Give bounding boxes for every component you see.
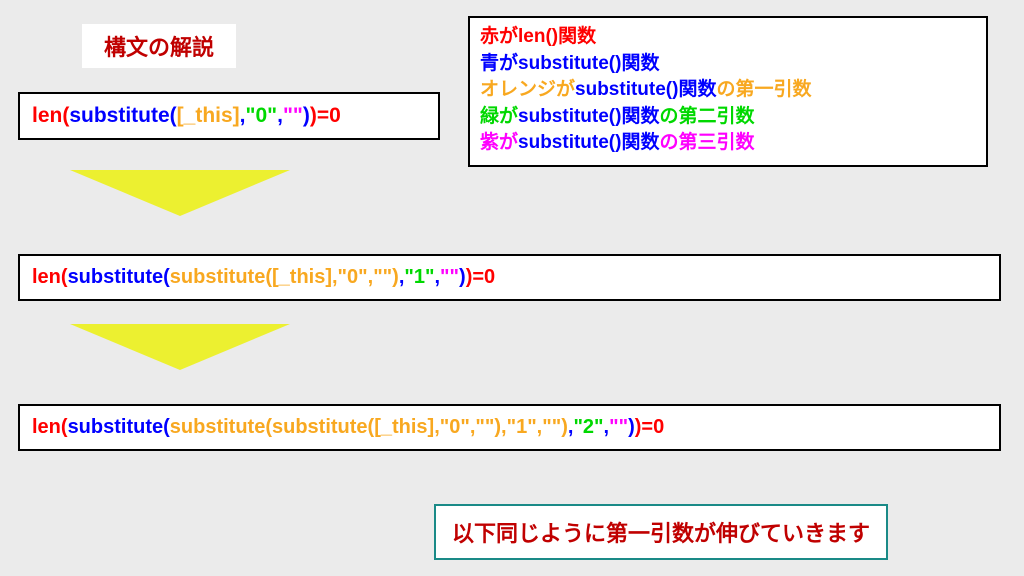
legend-line-3: オレンジがsubstitute()関数の第一引数 [480, 77, 976, 104]
f3-arg3: "" [609, 416, 628, 438]
legend-5a: 紫が [480, 132, 518, 153]
footer-box: 以下同じように第一引数が伸びていきます [434, 504, 888, 560]
title-text: 構文の解説 [104, 35, 214, 60]
f2-sub: substitute( [68, 266, 170, 288]
f1-close2: )=0 [310, 104, 341, 127]
legend-line-1: 赤がlen()関数 [480, 24, 976, 51]
f3-len: len( [32, 416, 68, 438]
f3-arg2: "2" [573, 416, 603, 438]
legend-3a: オレンジが [480, 79, 575, 100]
footer-text: 以下同じように第一引数が伸びていきます [452, 521, 870, 546]
f3-arg1: substitute(substitute([_this],"0",""),"1… [170, 416, 568, 438]
legend-2b: substitute()関数 [518, 53, 659, 74]
f2-arg1: substitute([_this],"0","") [170, 266, 399, 288]
legend-box: 赤がlen()関数 青がsubstitute()関数 オレンジがsubstitu… [468, 16, 988, 167]
f1-sub: substitute( [69, 104, 176, 127]
f2-arg3: "" [440, 266, 459, 288]
f1-len: len( [32, 104, 69, 127]
f3-sub: substitute( [68, 416, 170, 438]
f3-close1: ) [628, 416, 635, 438]
legend-line-5: 紫がsubstitute()関数の第三引数 [480, 130, 976, 157]
f2-len: len( [32, 266, 68, 288]
legend-line-2: 青がsubstitute()関数 [480, 51, 976, 78]
f1-arg3: "" [283, 104, 303, 127]
legend-line-4: 緑がsubstitute()関数の第二引数 [480, 104, 976, 131]
title-box: 構文の解説 [82, 24, 236, 68]
legend-3c: の第一引数 [716, 79, 811, 100]
f3-close2: )=0 [635, 416, 664, 438]
down-arrow-icon-2 [70, 324, 290, 370]
formula-box-1: len(substitute([_this],"0",""))=0 [18, 92, 440, 140]
down-arrow-icon-1 [70, 170, 290, 216]
legend-1a: 赤が [480, 26, 518, 47]
f1-close1: ) [303, 104, 310, 127]
f2-close2: )=0 [466, 266, 495, 288]
f2-close1: ) [459, 266, 466, 288]
legend-4a: 緑が [480, 106, 518, 127]
f1-arg2: "0" [246, 104, 278, 127]
legend-4b: substitute()関数 [518, 106, 659, 127]
f1-arg1: [_this] [177, 104, 240, 127]
f2-arg2: "1" [404, 266, 434, 288]
legend-4c: の第二引数 [659, 106, 754, 127]
legend-3b: substitute()関数 [575, 79, 716, 100]
formula-box-3: len(substitute(substitute(substitute([_t… [18, 404, 1001, 451]
legend-5c: の第三引数 [659, 132, 754, 153]
legend-5b: substitute()関数 [518, 132, 659, 153]
legend-1b: len()関数 [518, 26, 596, 47]
formula-box-2: len(substitute(substitute([_this],"0",""… [18, 254, 1001, 301]
legend-2a: 青が [480, 53, 518, 74]
